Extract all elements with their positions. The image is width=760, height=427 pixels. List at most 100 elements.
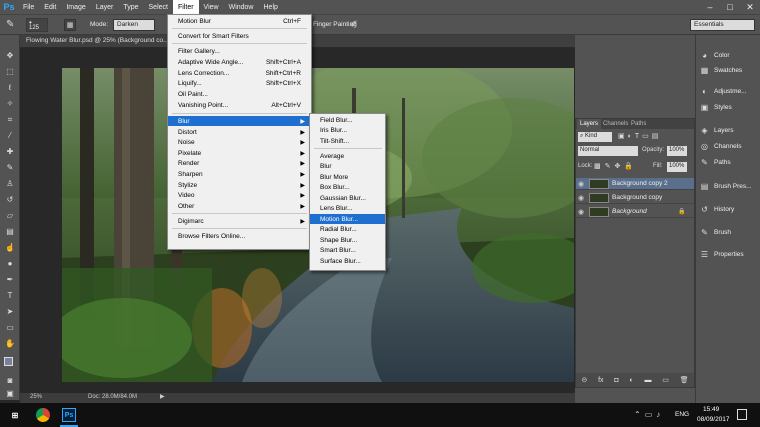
status-arrow-icon[interactable]: ▶ (160, 393, 165, 400)
panel-swatches[interactable]: ▦ Swatches (700, 64, 742, 76)
healing-tool-icon[interactable]: ✚ (3, 145, 17, 158)
tab-paths[interactable]: Paths (628, 119, 649, 129)
opacity-input[interactable]: 100% (667, 146, 687, 156)
panel-properties[interactable]: ☰ Properties (700, 248, 744, 260)
layer-filter-icons[interactable]: ▣◐T▭▤ (618, 132, 661, 140)
blur-radial[interactable]: Radial Blur... (310, 225, 385, 235)
brush-panel-icon[interactable]: ▦ (64, 19, 76, 31)
hand-tool-icon[interactable]: ✋ (3, 337, 17, 350)
layer-kind-filter[interactable]: ⌕ Kind (578, 132, 612, 142)
clock-date[interactable]: 08/09/2017 (697, 416, 730, 423)
photoshop-taskbar-icon[interactable]: Ps (62, 408, 76, 422)
menu-digimarc[interactable]: Digimarc ▶ (168, 216, 311, 226)
blur-surface[interactable]: Surface Blur... (310, 256, 385, 266)
language-indicator[interactable]: ENG (675, 411, 689, 418)
menu-oil-paint[interactable]: Oil Paint... (168, 89, 311, 99)
adjustment-icon[interactable]: ◐ (629, 377, 633, 384)
chrome-icon[interactable] (36, 408, 50, 422)
marquee-tool-icon[interactable]: ⬚ (3, 65, 17, 78)
blur-field[interactable]: Field Blur... (310, 115, 385, 125)
workspace-select[interactable]: Essentials (690, 19, 755, 31)
maximize-icon[interactable]: □ (720, 0, 740, 14)
crop-tool-icon[interactable]: ⌗ (3, 113, 17, 126)
doc-size[interactable]: Doc: 28.0M/84.0M (88, 394, 137, 400)
dodge-tool-icon[interactable]: ● (3, 257, 17, 270)
menu-help[interactable]: Help (259, 0, 283, 14)
quick-mask-icon[interactable]: ◙ (3, 374, 17, 387)
panel-layers[interactable]: ◈ Layers (700, 124, 733, 136)
fill-input[interactable]: 100% (667, 162, 687, 172)
eye-icon[interactable]: ◉ (576, 208, 586, 216)
new-layer-icon[interactable]: ▭ (662, 376, 669, 384)
panel-brush-presets[interactable]: ▤ Brush Pres... (700, 180, 752, 192)
menu-distort[interactable]: Distort ▶ (168, 127, 311, 137)
blur-tilt-shift[interactable]: Tilt-Shift... (310, 136, 385, 146)
menu-window[interactable]: Window (224, 0, 259, 14)
smudge-tool-icon[interactable]: ✎ (6, 19, 14, 30)
blur-iris[interactable]: Iris Blur... (310, 126, 385, 136)
stamp-tool-icon[interactable]: ♙ (3, 177, 17, 190)
gradient-tool-icon[interactable]: ▤ (3, 225, 17, 238)
tray-icons[interactable]: ⌃▭♪ (634, 410, 664, 419)
screen-mode-icon[interactable]: ▣ (3, 387, 17, 400)
blur-more[interactable]: Blur More (310, 172, 385, 182)
eraser-tool-icon[interactable]: ▱ (3, 209, 17, 222)
path-select-tool-icon[interactable]: ➤ (3, 305, 17, 318)
menu-filter[interactable]: Filter (172, 0, 199, 14)
fx-icon[interactable]: fx (598, 377, 603, 384)
menu-last-filter[interactable]: Motion Blur Ctrl+F (168, 16, 311, 26)
menu-stylize[interactable]: Stylize ▶ (168, 180, 311, 190)
panel-styles[interactable]: ▣ Styles (700, 101, 732, 113)
panel-history[interactable]: ↺ History (700, 203, 734, 215)
lock-icons[interactable]: ▩✎✥🔒 (594, 162, 637, 170)
menu-vanishing-point[interactable]: Vanishing Point... Alt+Ctrl+V (168, 100, 311, 110)
type-tool-icon[interactable]: T (3, 289, 17, 302)
foreground-color-swatch[interactable] (4, 357, 13, 366)
brush-preset-picker[interactable]: • 125 (26, 18, 48, 32)
menu-select[interactable]: Select (144, 0, 173, 14)
menu-liquify[interactable]: Liquify... Shift+Ctrl+X (168, 78, 311, 88)
clock-time[interactable]: 15:49 (703, 406, 719, 413)
windows-start-icon[interactable]: ⊞ (8, 407, 22, 423)
menu-other[interactable]: Other ▶ (168, 201, 311, 211)
move-tool-icon[interactable]: ✥ (3, 49, 17, 62)
blur-lens[interactable]: Lens Blur... (310, 204, 385, 214)
zoom-level[interactable]: 25% (30, 394, 42, 400)
menu-lens-correction[interactable]: Lens Correction... Shift+Ctrl+R (168, 68, 311, 78)
menu-video[interactable]: Video ▶ (168, 190, 311, 200)
blur-shape[interactable]: Shape Blur... (310, 235, 385, 245)
pen-tool-icon[interactable]: ✒ (3, 273, 17, 286)
menu-type[interactable]: Type (118, 0, 143, 14)
menu-pixelate[interactable]: Pixelate ▶ (168, 148, 311, 158)
tab-layers[interactable]: Layers (577, 119, 602, 129)
minimize-icon[interactable]: – (700, 0, 720, 14)
blur-average[interactable]: Average (310, 151, 385, 161)
tab-channels[interactable]: Channels (600, 119, 631, 129)
menu-filter-gallery[interactable]: Filter Gallery... (168, 46, 311, 56)
blur-motion[interactable]: Motion Blur... (310, 214, 385, 225)
pressure-icon[interactable]: ✐ (350, 19, 358, 30)
menu-layer[interactable]: Layer (91, 0, 119, 14)
folder-icon[interactable]: ▬ (644, 377, 651, 384)
blur-blur[interactable]: Blur (310, 162, 385, 172)
menu-convert-smart[interactable]: Convert for Smart Filters (168, 31, 311, 41)
menu-image[interactable]: Image (61, 0, 90, 14)
layer-row[interactable]: ◉ Background copy (576, 192, 694, 204)
blur-box[interactable]: Box Blur... (310, 183, 385, 193)
blur-smart[interactable]: Smart Blur... (310, 246, 385, 256)
eye-icon[interactable]: ◉ (576, 194, 586, 202)
smudge-tool-icon[interactable]: ☝ (3, 241, 17, 254)
history-brush-tool-icon[interactable]: ↺ (3, 193, 17, 206)
mask-icon[interactable]: ◘ (614, 377, 618, 384)
blend-mode-select[interactable]: Normal (578, 146, 638, 156)
eyedropper-tool-icon[interactable]: ⁄ (3, 129, 17, 142)
quick-select-tool-icon[interactable]: ✧ (3, 97, 17, 110)
menu-browse-filters[interactable]: Browse Filters Online... (168, 231, 311, 241)
menu-noise[interactable]: Noise ▶ (168, 137, 311, 147)
panel-brush[interactable]: ✎ Brush (700, 226, 731, 238)
notification-icon[interactable] (737, 409, 747, 420)
menu-adaptive-wide-angle[interactable]: Adaptive Wide Angle... Shift+Ctrl+A (168, 57, 311, 67)
close-icon[interactable]: ✕ (740, 0, 760, 14)
lasso-tool-icon[interactable]: ℓ (3, 81, 17, 94)
panel-adjustments[interactable]: ◐ Adjustme... (700, 85, 746, 97)
